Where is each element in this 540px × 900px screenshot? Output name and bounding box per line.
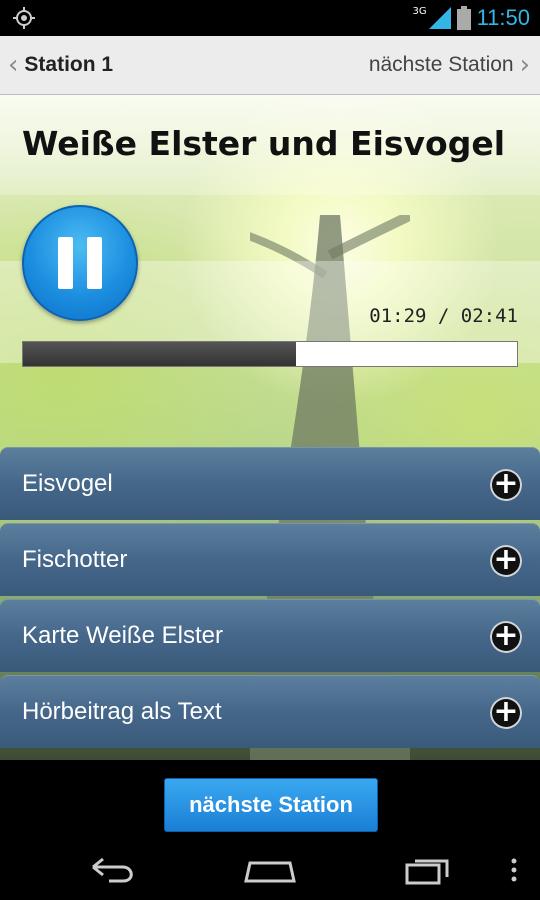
page-title: Weiße Elster und Eisvogel: [22, 123, 506, 163]
chevron-right-icon: ›: [519, 50, 530, 80]
pause-icon: [58, 237, 73, 289]
info-list: Eisvogel + Fischotter + Karte Weiße Elst…: [0, 447, 540, 751]
list-item-karte[interactable]: Karte Weiße Elster +: [0, 599, 540, 672]
plus-icon[interactable]: +: [490, 545, 522, 577]
recent-apps-button[interactable]: [400, 852, 456, 888]
system-nav-bar: [0, 840, 540, 900]
playback-time: 01:29 / 02:41: [369, 305, 518, 327]
list-item-label: Karte Weiße Elster: [22, 622, 223, 649]
playback-progress-fill: [23, 342, 297, 366]
recent-apps-icon: [405, 859, 449, 885]
playback-progress-bar[interactable]: [22, 341, 518, 367]
clock: 11:50: [476, 5, 530, 30]
back-arrow-icon: [92, 857, 133, 883]
pause-icon: [87, 237, 102, 289]
network-type: 3G: [412, 5, 427, 17]
plus-icon[interactable]: +: [490, 621, 522, 653]
previous-station-label: Station 1: [24, 53, 114, 76]
overflow-menu-icon: [511, 858, 517, 882]
home-icon: [244, 861, 296, 883]
list-item-label: Eisvogel: [22, 470, 113, 497]
previous-station-button[interactable]: ‹ Station 1: [8, 36, 113, 94]
next-station-nav-label: nächste Station: [368, 53, 514, 76]
signal-icon: [428, 7, 451, 29]
list-item-hoerbeitrag[interactable]: Hörbeitrag als Text +: [0, 675, 540, 748]
next-station-nav-button[interactable]: nächste Station ›: [369, 36, 530, 94]
battery-icon: [456, 6, 471, 30]
list-item-label: Fischotter: [22, 546, 128, 573]
back-button[interactable]: [86, 852, 142, 888]
list-item-label: Hörbeitrag als Text: [22, 698, 222, 725]
list-item-eisvogel[interactable]: Eisvogel +: [0, 447, 540, 520]
next-station-button[interactable]: nächste Station: [164, 778, 378, 832]
status-bar: 3G 11:50: [0, 0, 540, 36]
pause-button[interactable]: [22, 205, 138, 321]
overflow-menu-button[interactable]: [504, 852, 524, 888]
gps-icon: [13, 7, 35, 29]
station-nav-bar: ‹ Station 1 nächste Station ›: [0, 36, 540, 95]
plus-icon[interactable]: +: [490, 469, 522, 501]
chevron-left-icon: ‹: [8, 50, 19, 80]
plus-icon[interactable]: +: [490, 697, 522, 729]
home-button[interactable]: [242, 852, 298, 888]
list-item-fischotter[interactable]: Fischotter +: [0, 523, 540, 596]
